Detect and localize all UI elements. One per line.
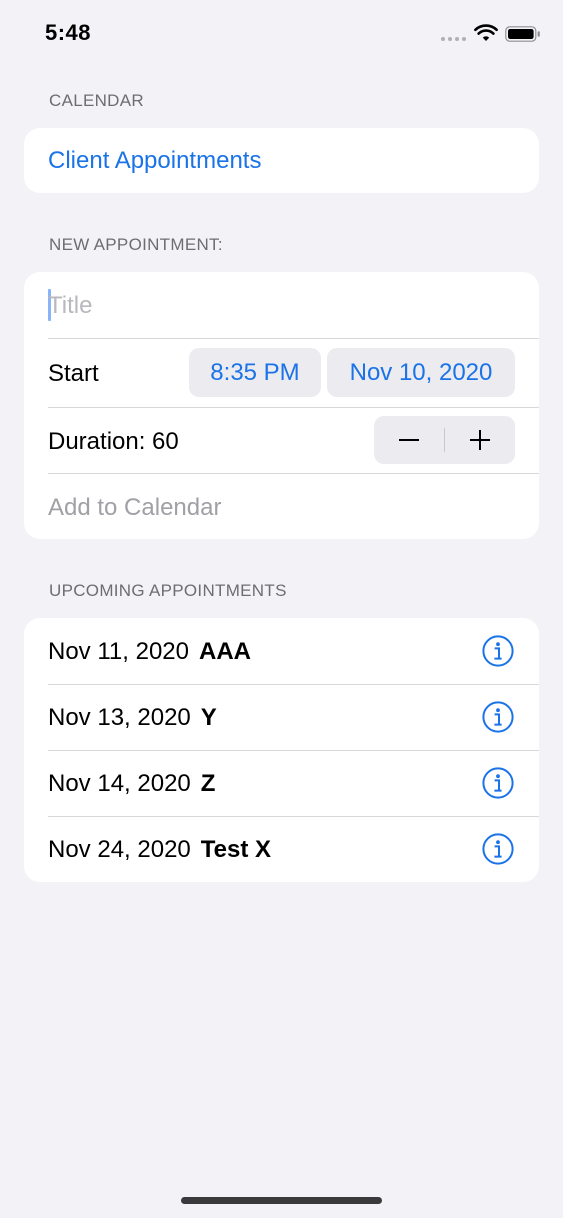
plus-icon <box>470 430 490 450</box>
list-item[interactable]: Nov 11, 2020 AAA <box>24 618 539 684</box>
list-item[interactable]: Nov 13, 2020 Y <box>24 685 539 750</box>
decrement-button[interactable] <box>374 416 444 464</box>
start-date-picker[interactable]: Nov 10, 2020 <box>327 348 515 397</box>
appointment-title: Test X <box>200 836 272 863</box>
add-to-calendar-row[interactable]: Add to Calendar <box>24 474 539 539</box>
battery-icon <box>505 26 540 42</box>
status-time: 5:48 <box>45 20 92 45</box>
calendar-card: Client Appointments <box>24 128 539 193</box>
appointment-date: Nov 24, 2020 <box>48 836 191 863</box>
appointment-text: Nov 11, 2020 AAA <box>48 638 251 666</box>
upcoming-appointments-card: Nov 11, 2020 AAA Nov 13, 2020 Y Nov 14, 20… <box>24 618 539 882</box>
calendar-picker-row[interactable]: Client Appointments <box>24 128 539 193</box>
start-time-picker[interactable]: 8:35 PM <box>189 348 321 397</box>
appointment-title: Z <box>200 770 216 797</box>
duration-stepper <box>374 416 515 464</box>
calendar-name[interactable]: Client Appointments <box>48 147 261 175</box>
wifi-icon <box>474 24 498 41</box>
calendar-section-header: CALENDAR <box>49 91 144 110</box>
list-item[interactable]: Nov 24, 2020 Test X <box>24 817 539 882</box>
appointment-text: Nov 14, 2020 Z <box>48 770 215 798</box>
new-appointment-card: Title Start 8:35 PM Nov 10, 2020 Duratio… <box>24 272 539 539</box>
increment-button[interactable] <box>445 416 515 464</box>
upcoming-section-header: UPCOMING APPOINTMENTS <box>49 581 287 600</box>
appointment-text: Nov 24, 2020 Test X <box>48 836 271 864</box>
title-input[interactable]: Title <box>48 292 92 320</box>
start-row: Start 8:35 PM Nov 10, 2020 <box>24 339 539 407</box>
cellular-signal-icon <box>441 37 466 41</box>
list-item[interactable]: Nov 14, 2020 Z <box>24 751 539 816</box>
appointment-date: Nov 14, 2020 <box>48 770 191 797</box>
new-appointment-section-header: NEW APPOINTMENT: <box>49 235 223 254</box>
minus-icon <box>399 439 419 441</box>
status-bar: 5:48 <box>0 0 563 70</box>
add-to-calendar-button[interactable]: Add to Calendar <box>48 494 221 522</box>
appointment-date: Nov 13, 2020 <box>48 704 191 731</box>
appointment-title: AAA <box>199 638 251 665</box>
appointment-date: Nov 11, 2020 <box>48 638 189 665</box>
info-circle-icon[interactable] <box>482 635 514 667</box>
info-circle-icon[interactable] <box>482 767 514 799</box>
info-circle-icon[interactable] <box>482 701 514 733</box>
start-label: Start <box>48 360 99 387</box>
appointment-text: Nov 13, 2020 Y <box>48 704 217 732</box>
info-circle-icon[interactable] <box>482 833 514 865</box>
home-indicator[interactable] <box>181 1197 382 1204</box>
duration-label: Duration: 60 <box>48 428 179 455</box>
title-field-row[interactable]: Title <box>24 272 539 338</box>
appointment-title: Y <box>200 704 217 731</box>
duration-row: Duration: 60 <box>24 408 539 473</box>
